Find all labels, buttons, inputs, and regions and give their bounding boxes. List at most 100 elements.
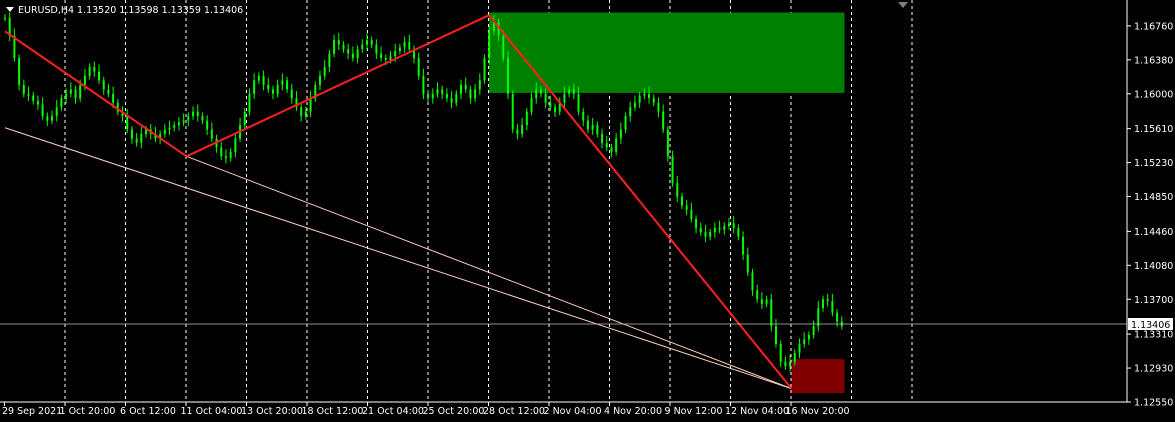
candle-body (652, 98, 655, 103)
candle-body (333, 40, 336, 54)
candle-body (727, 223, 730, 227)
candle-body (196, 111, 199, 117)
candle-body (206, 120, 209, 130)
candle-body (464, 84, 467, 90)
last-price-tag: 1.13406 (1128, 318, 1173, 331)
candle-body (229, 151, 232, 159)
candle-body (337, 40, 340, 45)
candle-body (516, 129, 519, 134)
y-tick-label: 1.12550 (1134, 398, 1173, 409)
candle-body (140, 134, 143, 143)
candle-body (807, 335, 810, 340)
y-tick-label: 1.14080 (1134, 261, 1173, 272)
candle-body (431, 93, 434, 99)
header: EURUSD,H4 1.13520 1.13598 1.13359 1.1340… (6, 5, 243, 16)
candle-body (568, 89, 571, 94)
candle-body (774, 326, 777, 344)
candle-body (502, 35, 505, 59)
candle-body (521, 125, 524, 134)
candle-body (83, 75, 86, 85)
candle-body (182, 120, 185, 123)
candle-body (60, 98, 63, 108)
candle-body (450, 98, 453, 103)
candle-body (300, 107, 303, 117)
candle-body (624, 116, 627, 130)
candle-body (779, 343, 782, 362)
candle-body (615, 138, 618, 152)
candle-body (742, 236, 745, 255)
candle-body (751, 272, 754, 291)
candle-body (554, 107, 557, 112)
candle-body (680, 196, 683, 206)
candle-body (591, 125, 594, 130)
candle-body (657, 102, 660, 112)
candle-body (262, 75, 265, 85)
candle-body (304, 111, 307, 117)
candle-body (220, 147, 223, 157)
candle-body (737, 227, 740, 237)
ohlc-values: 1.13520 1.13598 1.13359 1.13406 (77, 5, 243, 16)
candle-body (173, 125, 176, 128)
x-tick-label: 16 Nov 20:00 (786, 406, 850, 417)
candle-body (370, 40, 373, 45)
candle-body (126, 116, 129, 130)
candle-body (98, 71, 101, 81)
candle-body (699, 227, 702, 233)
candle-body (577, 93, 580, 112)
candle-body (112, 93, 115, 103)
candle-body (619, 129, 622, 139)
candle-body (821, 299, 824, 309)
candle-body (756, 290, 759, 300)
candle-body (596, 125, 599, 134)
candle-body (257, 75, 260, 81)
candle-body (718, 227, 721, 230)
candle-body (102, 80, 105, 90)
y-tick-label: 1.16760 (1134, 21, 1173, 32)
candle-body (276, 84, 279, 94)
candle-body (798, 343, 801, 353)
candle-body (318, 75, 321, 85)
candle-body (361, 44, 364, 50)
candle-body (375, 44, 378, 54)
y-tick-label: 1.16000 (1134, 89, 1173, 100)
candle-body (51, 116, 54, 121)
y-tick-label: 1.15610 (1134, 124, 1173, 135)
candle-body (709, 232, 712, 237)
candle-body (648, 93, 651, 99)
candle-body (18, 58, 21, 85)
x-tick-label: 13 Oct 20:00 (241, 406, 303, 417)
x-tick-label: 11 Oct 04:00 (181, 406, 243, 417)
candle-body (690, 209, 693, 219)
y-tick-label: 1.13700 (1134, 295, 1173, 306)
candle-body (422, 75, 425, 94)
last-price-label: 1.13406 (1131, 320, 1170, 331)
candle-body (633, 102, 636, 108)
candle-body (704, 232, 707, 237)
candle-body (539, 89, 542, 94)
candle-body (88, 67, 91, 76)
candle-body (469, 89, 472, 99)
candle-body (281, 80, 284, 85)
candle-body (69, 89, 72, 94)
candle-body (93, 67, 96, 72)
candle-body (638, 95, 641, 103)
candle-body (55, 107, 58, 117)
candle-body (760, 299, 763, 304)
candle-body (187, 116, 190, 121)
candle-body (803, 339, 806, 344)
candle-body (784, 361, 787, 367)
candle-body (286, 80, 289, 90)
candle-body (765, 299, 768, 304)
candle-body (177, 122, 180, 126)
candle-body (572, 89, 575, 94)
candle-body (168, 127, 171, 130)
candle-body (192, 111, 195, 117)
candle-body (478, 80, 481, 90)
candle-body (732, 223, 735, 228)
candle-body (347, 49, 350, 54)
x-tick-label: 18 Oct 12:00 (302, 406, 364, 417)
candle-body (831, 301, 834, 313)
zone-lower[interactable] (791, 359, 845, 394)
candle-body (130, 129, 133, 139)
price-chart[interactable]: 1.16760 1.16380 1.16000 1.15610 1.15230 1.148… (0, 0, 1175, 422)
